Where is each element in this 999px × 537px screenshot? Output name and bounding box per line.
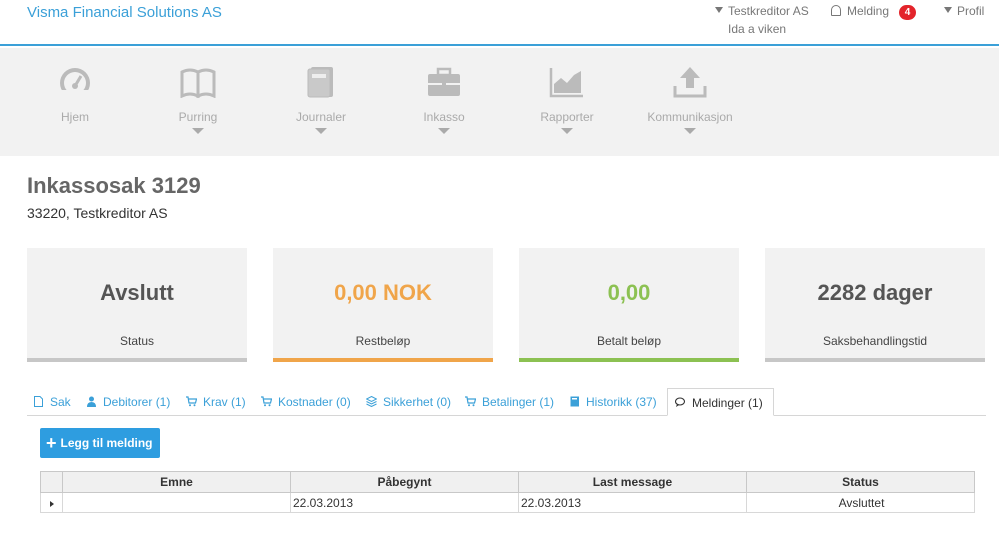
profile-label: Profil (957, 4, 985, 18)
caret-down-icon (192, 128, 204, 134)
card-caption: Status (119, 334, 155, 348)
profile-menu[interactable]: Profil (944, 4, 984, 18)
card-caption: Betalt beløp (596, 334, 662, 348)
brand-name[interactable]: Visma Financial Solutions AS (27, 4, 222, 21)
card-value: Avslutt (100, 280, 174, 305)
messages-table: Emne Påbegynt Last message Status 22.03.… (40, 471, 975, 513)
card-accent-bar (765, 358, 985, 362)
nav-label: Purring (178, 110, 218, 124)
area-chart-icon (549, 68, 583, 98)
nav-item-kommunikasjon[interactable]: Kommunikasjon (635, 66, 745, 134)
tab-label: Historikk (37) (586, 395, 657, 409)
saksbehandlingstid-card: 2282 dager Saksbehandlingstid (765, 248, 985, 362)
book-icon (180, 68, 216, 98)
tab-label: Sikkerhet (0) (383, 395, 452, 409)
document-icon (34, 396, 43, 407)
column-header-last-message[interactable]: Last message (518, 471, 747, 493)
cell-last-message: 22.03.2013 (518, 492, 747, 513)
caret-down-icon (315, 128, 327, 134)
bell-icon (831, 5, 841, 16)
creditor-name: Testkreditor AS (728, 4, 809, 18)
caret-down-icon (561, 128, 573, 134)
cell-emne (62, 492, 291, 513)
page-subtitle: 33220, Testkreditor AS (27, 205, 168, 221)
tab-label: Krav (1) (203, 395, 246, 409)
card-value: 0,00 (607, 280, 651, 305)
tab-historikk[interactable]: Historikk (37) (563, 388, 663, 416)
column-header-status[interactable]: Status (746, 471, 975, 493)
cell-status: Avsluttet (746, 492, 975, 513)
book-icon (570, 396, 579, 407)
chat-icon (675, 397, 686, 407)
briefcase-icon (428, 67, 460, 96)
nav-item-purring[interactable]: Purring (143, 66, 253, 134)
table-header-row: Emne Påbegynt Last message Status (40, 471, 975, 493)
tab-label: Meldinger (1) (692, 396, 763, 410)
nav-label: Journaler (295, 110, 347, 124)
cart-icon (261, 396, 272, 407)
tab-kostnader[interactable]: Kostnader (0) (255, 388, 357, 416)
layers-icon (366, 396, 377, 407)
nav-item-journaler[interactable]: Journaler (266, 66, 376, 134)
column-header-pabegynt[interactable]: Påbegynt (290, 471, 519, 493)
dashboard-icon (60, 68, 90, 98)
restbelop-card: 0,00 NOK Restbeløp (273, 248, 493, 362)
cart-icon (465, 396, 476, 407)
caret-right-icon (49, 500, 54, 507)
page-title: Inkassosak 3129 (27, 173, 201, 198)
tab-label: Betalinger (1) (482, 395, 555, 409)
tab-meldinger[interactable]: Meldinger (1) (667, 388, 774, 416)
main-nav: Hjem Purring Journaler Inkasso Rapporter… (0, 48, 999, 156)
card-accent-bar (27, 358, 247, 362)
caret-down-icon (944, 7, 952, 13)
card-caption: Restbeløp (355, 334, 411, 348)
upload-icon (673, 67, 707, 98)
card-accent-bar (273, 358, 493, 362)
tab-sak[interactable]: Sak (27, 388, 77, 416)
card-accent-bar (519, 358, 739, 362)
top-header: Visma Financial Solutions AS Testkredito… (0, 0, 999, 46)
nav-item-hjem[interactable]: Hjem (20, 66, 130, 124)
cell-pabegynt: 22.03.2013 (290, 492, 519, 513)
caret-down-icon (715, 7, 723, 13)
nav-item-inkasso[interactable]: Inkasso (389, 66, 499, 134)
creditor-selector[interactable]: Testkreditor AS Ida a viken (715, 4, 809, 36)
card-value: 2282 dager (817, 280, 933, 305)
tab-label: Debitorer (1) (103, 395, 171, 409)
case-tabs: Sak Debitorer (1) Krav (1) Kostnader (0)… (27, 388, 986, 416)
card-caption: Saksbehandlingstid (822, 334, 928, 348)
nav-label: Hjem (60, 110, 89, 124)
card-value: 0,00 NOK (334, 280, 432, 305)
tab-sikkerhet[interactable]: Sikkerhet (0) (360, 388, 457, 416)
tab-betalinger[interactable]: Betalinger (1) (459, 388, 560, 416)
row-expander[interactable] (40, 492, 63, 513)
messages-label: Melding (847, 4, 890, 18)
messages-menu[interactable]: Melding 4 (831, 4, 917, 20)
table-row[interactable]: 22.03.2013 22.03.2013 Avsluttet (40, 492, 975, 513)
plus-icon: + (46, 432, 57, 453)
betalt-belop-card: 0,00 Betalt beløp (519, 248, 739, 362)
user-icon (87, 396, 96, 407)
caret-down-icon (684, 128, 696, 134)
nav-label: Rapporter (540, 110, 594, 124)
tab-label: Kostnader (0) (278, 395, 351, 409)
add-message-button[interactable]: + Legg til melding (40, 428, 160, 458)
messages-count-badge: 4 (899, 5, 917, 20)
tab-label: Sak (50, 395, 71, 409)
caret-down-icon (438, 128, 450, 134)
column-header-emne[interactable]: Emne (62, 471, 291, 493)
nav-label: Kommunikasjon (647, 110, 733, 124)
nav-label: Inkasso (423, 110, 465, 124)
tab-debitorer[interactable]: Debitorer (1) (80, 388, 176, 416)
status-card: Avslutt Status (27, 248, 247, 362)
tab-krav[interactable]: Krav (1) (180, 388, 252, 416)
add-message-label: Legg til melding (60, 435, 153, 450)
journal-icon (307, 67, 333, 98)
cart-icon (186, 396, 197, 407)
expand-column-header (40, 471, 63, 493)
nav-item-rapporter[interactable]: Rapporter (512, 66, 622, 134)
user-name: Ida a viken (728, 22, 787, 36)
